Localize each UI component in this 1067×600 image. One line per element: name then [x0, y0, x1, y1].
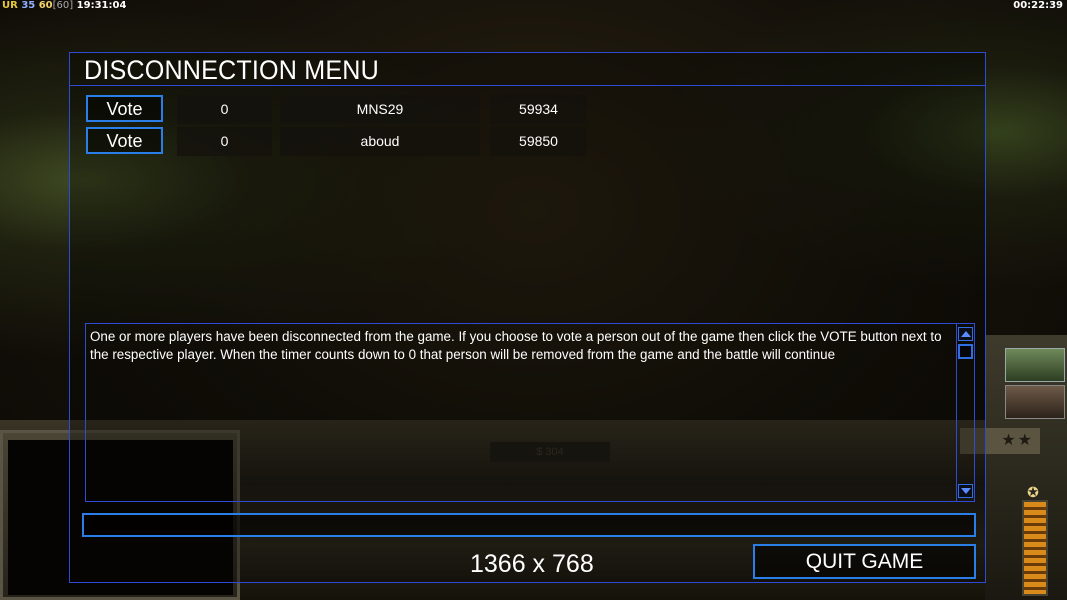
arrow-down-icon: [960, 488, 971, 494]
scroll-thumb[interactable]: [958, 344, 973, 359]
player-row: Vote 0 MNS29 59934: [70, 95, 985, 125]
game-timer: 00:22:39: [1013, 0, 1063, 11]
vote-count: 0: [177, 95, 272, 124]
player-timeout: 59934: [490, 95, 587, 124]
arrow-up-icon: [960, 331, 971, 337]
player-name: aboud: [280, 127, 480, 156]
unit-portrait-soldier: [1005, 385, 1065, 419]
vote-button[interactable]: Vote: [86, 127, 163, 154]
power-meter: [1022, 500, 1048, 596]
unit-portrait-tank: [1005, 348, 1065, 382]
fps-status: UR 35 60[60] 19:31:04: [2, 0, 126, 12]
vote-count: 0: [177, 127, 272, 156]
chat-input[interactable]: [82, 513, 976, 537]
resolution-label: 1366 x 768: [470, 550, 594, 578]
player-name: MNS29: [280, 95, 480, 124]
message-box: One or more players have been disconnect…: [85, 323, 975, 502]
disconnect-message: One or more players have been disconnect…: [90, 329, 942, 362]
message-scrollbar[interactable]: [956, 324, 974, 501]
scroll-up-button[interactable]: [958, 327, 973, 341]
ur-label: UR: [2, 0, 18, 11]
fps-limit: [60]: [52, 0, 74, 11]
disconnection-menu: DISCONNECTION MENU Vote 0 MNS29 59934 Vo…: [69, 52, 986, 583]
fps-value: 35: [21, 0, 36, 11]
system-clock: 19:31:04: [76, 0, 127, 11]
menu-title-bar: DISCONNECTION MENU: [70, 53, 985, 86]
player-row: Vote 0 aboud 59850: [70, 127, 985, 157]
general-medal-icon: ✪: [1027, 484, 1039, 500]
player-timeout: 59850: [490, 127, 587, 156]
vote-button[interactable]: Vote: [86, 95, 163, 122]
scroll-down-button[interactable]: [958, 484, 973, 498]
menu-title: DISCONNECTION MENU: [84, 55, 379, 85]
quit-game-button[interactable]: QUIT GAME: [753, 544, 976, 579]
fps-target: 60: [38, 0, 53, 11]
